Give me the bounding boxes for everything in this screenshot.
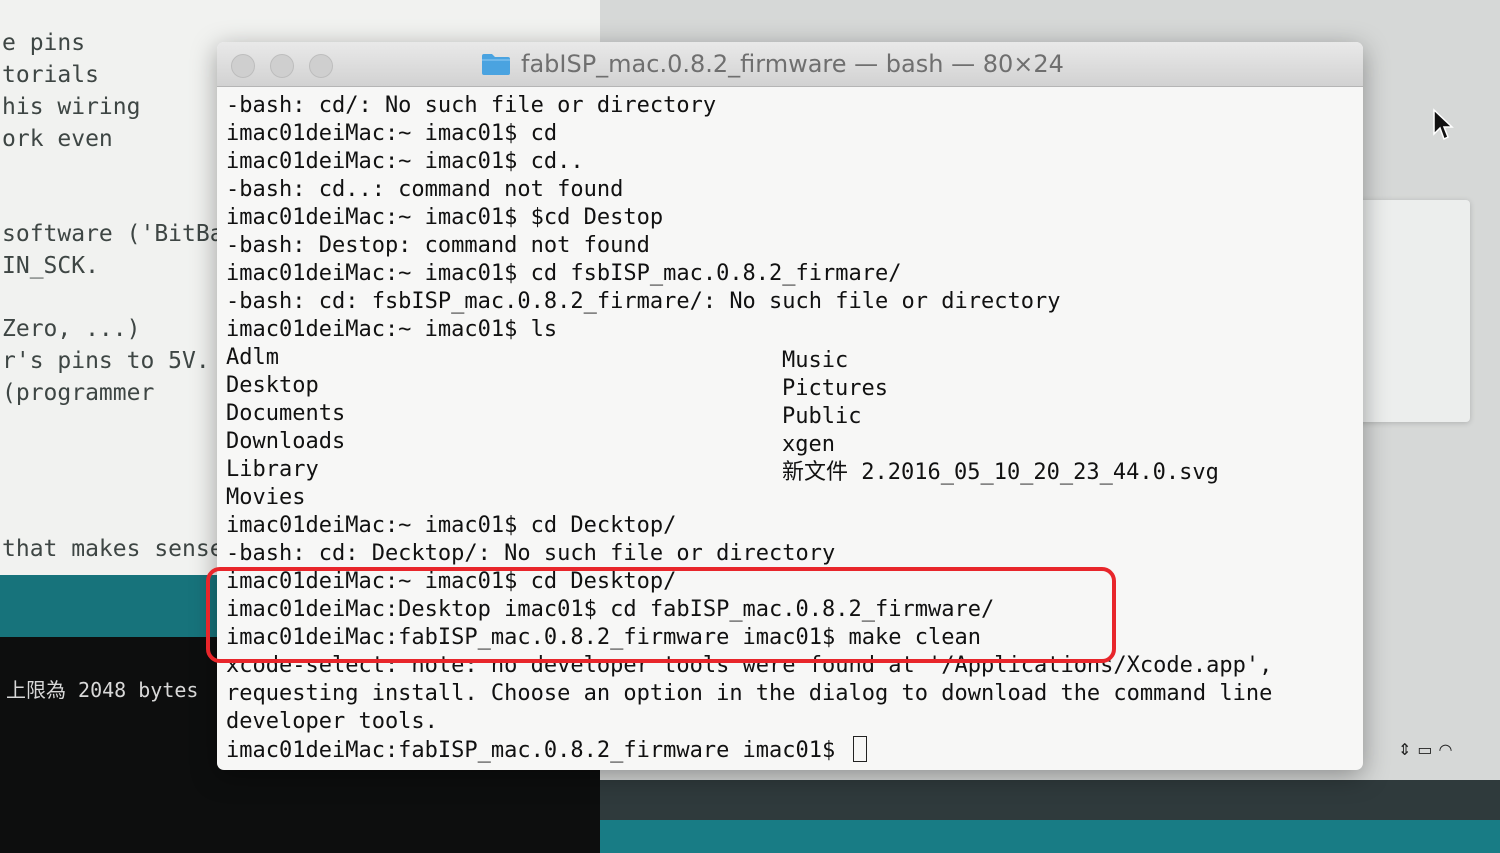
mouse-pointer-icon <box>1433 108 1454 141</box>
ls-entry: Pictures <box>782 376 888 401</box>
ls-entry: Movies <box>226 485 306 510</box>
doc-line: r's pins to 5V. <box>2 348 210 374</box>
terminal-line: -bash: cd/: No such file or directory <box>226 93 717 118</box>
terminal-line: -bash: Destop: command not found <box>226 233 650 258</box>
doc-line: his wiring <box>2 94 141 120</box>
airplay-icon[interactable]: ▭ <box>1417 740 1438 759</box>
xcode-output-line: developer tools. <box>226 709 438 734</box>
xcode-output-line: requesting install. Choose an option in … <box>226 681 1273 706</box>
console-line: 上限為 2048 bytes <box>6 678 199 702</box>
text-cursor <box>852 736 867 762</box>
highlighted-command: imac01deiMac:fabISP_mac.0.8.2_firmware i… <box>226 625 981 650</box>
doc-line: (programmer <box>2 380 155 406</box>
terminal-window[interactable]: fabISP_mac.0.8.2_firmware — bash — 80×24… <box>217 42 1363 770</box>
terminal-line: imac01deiMac:~ imac01$ ls <box>226 317 558 342</box>
doc-line: that makes sense <box>2 536 224 562</box>
ls-entry: Adlm <box>226 345 279 370</box>
doc-line: e pins <box>2 30 86 56</box>
terminal-output[interactable]: -bash: cd/: No such file or directory im… <box>217 87 1363 770</box>
wifi-icon[interactable]: ◠ <box>1439 740 1459 759</box>
ls-entry: Documents <box>226 401 346 426</box>
minimize-window-button[interactable] <box>270 54 294 78</box>
current-prompt[interactable]: imac01deiMac:fabISP_mac.0.8.2_firmware i… <box>226 736 867 764</box>
window-title: fabISP_mac.0.8.2_firmware — bash — 80×24 <box>521 50 1064 78</box>
prompt-text: imac01deiMac:fabISP_mac.0.8.2_firmware i… <box>226 738 836 763</box>
ls-entry: 新文件 2.2016_05_10_20_23_44.0.svg <box>782 460 1219 485</box>
background-arduino-strip <box>600 780 1500 820</box>
window-title-group: fabISP_mac.0.8.2_firmware — bash — 80×24 <box>481 49 1064 79</box>
doc-line: torials <box>2 62 99 88</box>
close-window-button[interactable] <box>231 54 255 78</box>
terminal-line: imac01deiMac:~ imac01$ cd Decktop/ <box>226 513 677 538</box>
doc-line: Zero, ...) <box>2 316 141 342</box>
doc-line: IN_SCK. <box>2 253 99 279</box>
terminal-line: imac01deiMac:~ imac01$ $cd Destop <box>226 205 664 230</box>
doc-line: software ('BitBa <box>2 221 224 247</box>
xcode-output-line: xcode-select: note: no developer tools w… <box>226 653 1273 678</box>
status-icons: ⇕▭◠ <box>1398 740 1459 759</box>
ls-entry: Desktop <box>226 373 319 398</box>
terminal-line: imac01deiMac:~ imac01$ cd <box>226 121 558 146</box>
folder-icon <box>482 54 510 75</box>
terminal-line: imac01deiMac:~ imac01$ cd.. <box>226 149 584 174</box>
ls-entry: xgen <box>782 432 835 457</box>
doc-line: ork even <box>2 126 113 152</box>
zoom-window-button[interactable] <box>309 54 333 78</box>
highlighted-command: imac01deiMac:~ imac01$ cd Desktop/ <box>226 569 677 594</box>
sync-icon[interactable]: ⇕ <box>1398 740 1417 759</box>
terminal-titlebar[interactable]: fabISP_mac.0.8.2_firmware — bash — 80×24 <box>217 42 1363 87</box>
terminal-line: imac01deiMac:~ imac01$ cd fsbISP_mac.0.8… <box>226 261 902 286</box>
terminal-line: -bash: cd: Decktop/: No such file or dir… <box>226 541 836 566</box>
highlighted-command: imac01deiMac:Desktop imac01$ cd fabISP_m… <box>226 597 995 622</box>
terminal-line: -bash: cd: fsbISP_mac.0.8.2_firmare/: No… <box>226 289 1061 314</box>
terminal-line: -bash: cd..: command not found <box>226 177 624 202</box>
ls-entry: Downloads <box>226 429 346 454</box>
ls-entry: Library <box>226 457 319 482</box>
ls-entry: Music <box>782 348 849 373</box>
ls-entry: Public <box>782 404 862 429</box>
